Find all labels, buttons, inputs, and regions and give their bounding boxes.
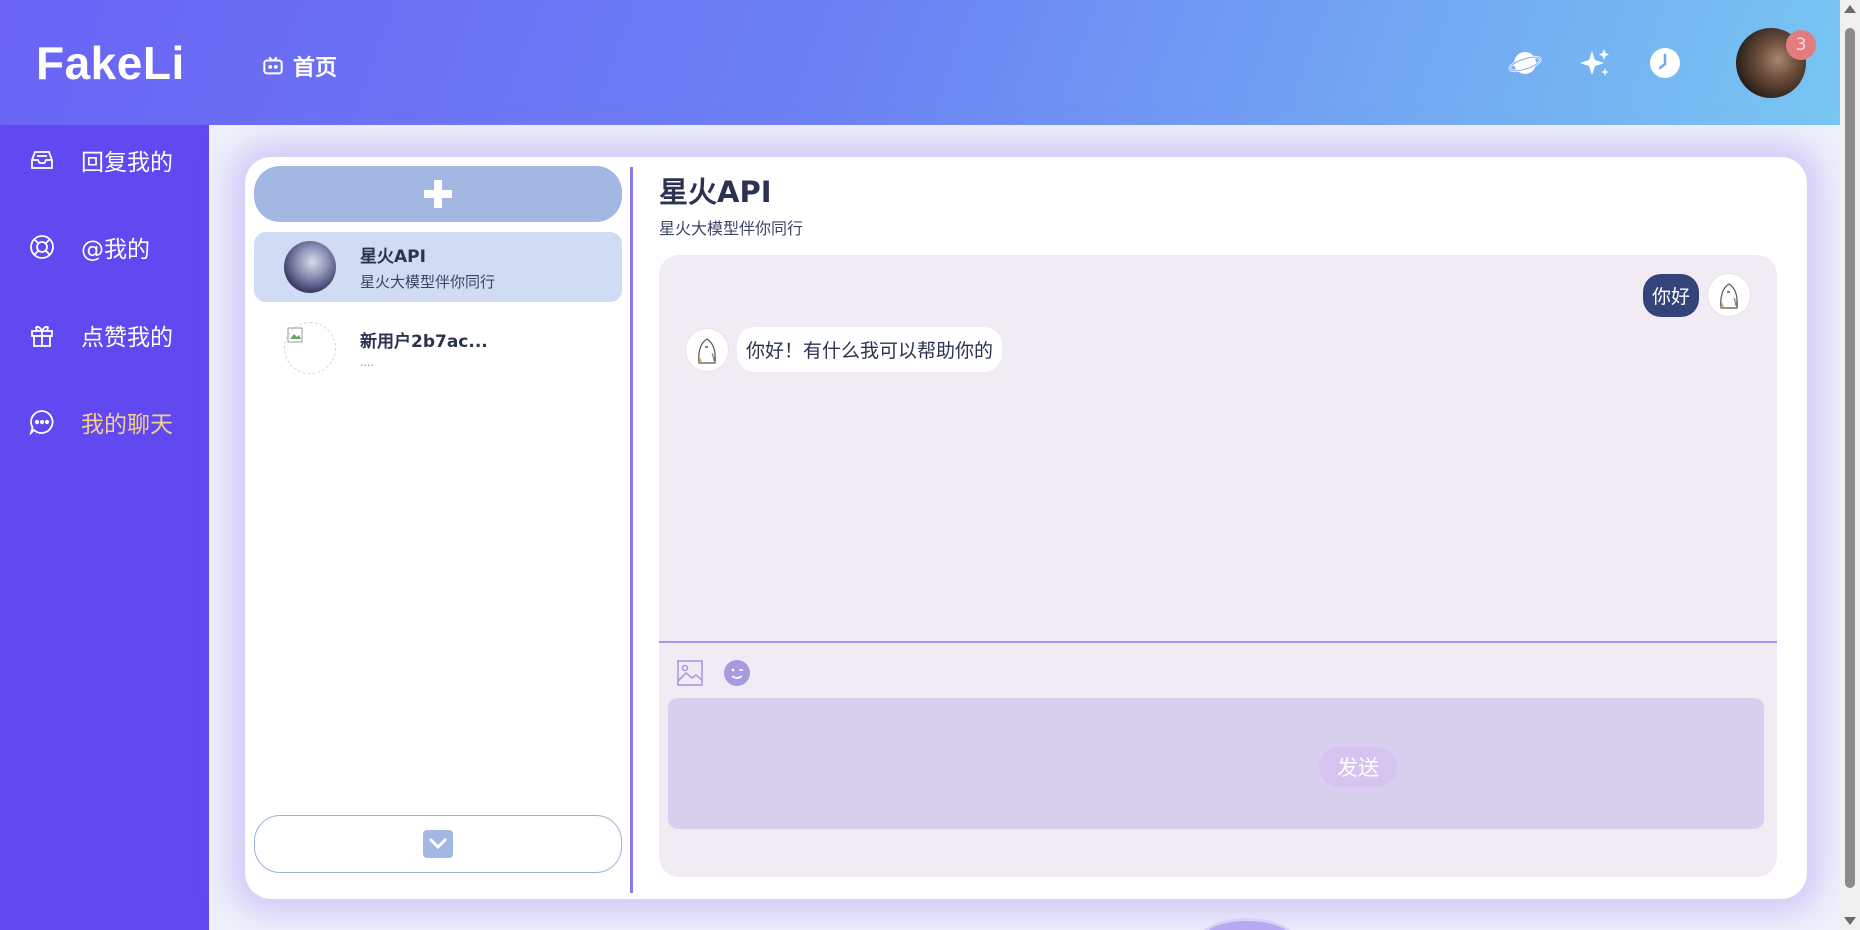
sidebar-item-replies[interactable]: 回复我的	[28, 143, 173, 177]
emoji-icon[interactable]	[723, 659, 751, 687]
conversation-title: 新用户2b7ac...	[360, 332, 488, 352]
chat-bubble-icon	[28, 408, 56, 436]
logo[interactable]: FakeLi	[36, 36, 185, 90]
message-bubble: 你好	[1642, 273, 1699, 317]
sidebar-item-label: 我的聊天	[81, 412, 173, 438]
chat-card: 星火API 星火大模型伴你同行 新用户2b7ac... .... 星火API 星…	[245, 157, 1807, 899]
sidebar-item-likes[interactable]: 点赞我的	[28, 318, 173, 352]
chat-subtitle: 星火大模型伴你同行	[659, 219, 804, 238]
conversation-item[interactable]: 新用户2b7ac... ....	[254, 313, 622, 383]
scroll-thumb[interactable]	[1845, 28, 1855, 888]
column-divider	[630, 167, 633, 893]
home-label: 首页	[293, 56, 338, 81]
conversation-title: 星火API	[360, 247, 426, 267]
message-row-me: 你好	[1642, 273, 1751, 317]
new-chat-button[interactable]	[254, 166, 622, 222]
planet-icon[interactable]	[1508, 46, 1542, 80]
chevron-down-icon	[423, 830, 453, 858]
inbox-icon	[28, 146, 56, 174]
sidebar-item-label: 回复我的	[81, 150, 173, 176]
top-header: FakeLi 首页 3	[0, 0, 1840, 125]
message-bubble: 你好！有什么我可以帮助你的	[737, 327, 1003, 372]
plus-icon	[424, 180, 452, 208]
sidebar-item-label: 点赞我的	[81, 325, 173, 351]
message-row-bot: 你好！有什么我可以帮助你的	[685, 327, 1003, 372]
broken-image-icon	[287, 327, 303, 343]
penguin-icon	[1720, 283, 1738, 309]
expand-list-button[interactable]	[254, 815, 622, 873]
message-input[interactable]	[668, 698, 1764, 829]
tv-icon	[263, 56, 283, 75]
sidebar-item-label: @我的	[81, 237, 150, 263]
gift-icon	[28, 321, 56, 349]
sparkle-icon[interactable]	[1578, 46, 1612, 80]
user-avatar[interactable]: 3	[1736, 28, 1816, 98]
floating-decoration	[1200, 918, 1294, 930]
scrollbar[interactable]	[1840, 0, 1860, 930]
clock-icon[interactable]	[1648, 46, 1682, 80]
conversation-avatar	[284, 322, 336, 374]
send-button[interactable]: 发送	[1319, 747, 1397, 787]
sidebar: 回复我的 @我的 点赞我的 我的聊天	[0, 125, 209, 930]
penguin-icon	[698, 337, 716, 364]
chat-title: 星火API	[659, 175, 772, 209]
sidebar-item-mentions[interactable]: @我的	[28, 230, 150, 264]
conversation-subtitle: ....	[360, 356, 374, 369]
at-icon	[28, 233, 56, 261]
input-divider	[659, 641, 1777, 643]
bot-avatar	[685, 327, 729, 372]
notification-badge: 3	[1786, 30, 1816, 60]
my-avatar	[1707, 273, 1751, 317]
scroll-up-arrow[interactable]	[1844, 5, 1856, 13]
conversation-avatar	[284, 241, 336, 293]
chat-panel: 你好 你好！有什么我可以帮助你的	[659, 255, 1777, 877]
image-icon[interactable]	[676, 659, 704, 687]
sidebar-item-my-chats[interactable]: 我的聊天	[28, 405, 173, 439]
conversation-subtitle: 星火大模型伴你同行	[360, 273, 496, 291]
scroll-down-arrow[interactable]	[1844, 917, 1856, 925]
conversation-item[interactable]: 星火API 星火大模型伴你同行	[254, 232, 622, 302]
home-link[interactable]: 首页	[262, 50, 337, 82]
